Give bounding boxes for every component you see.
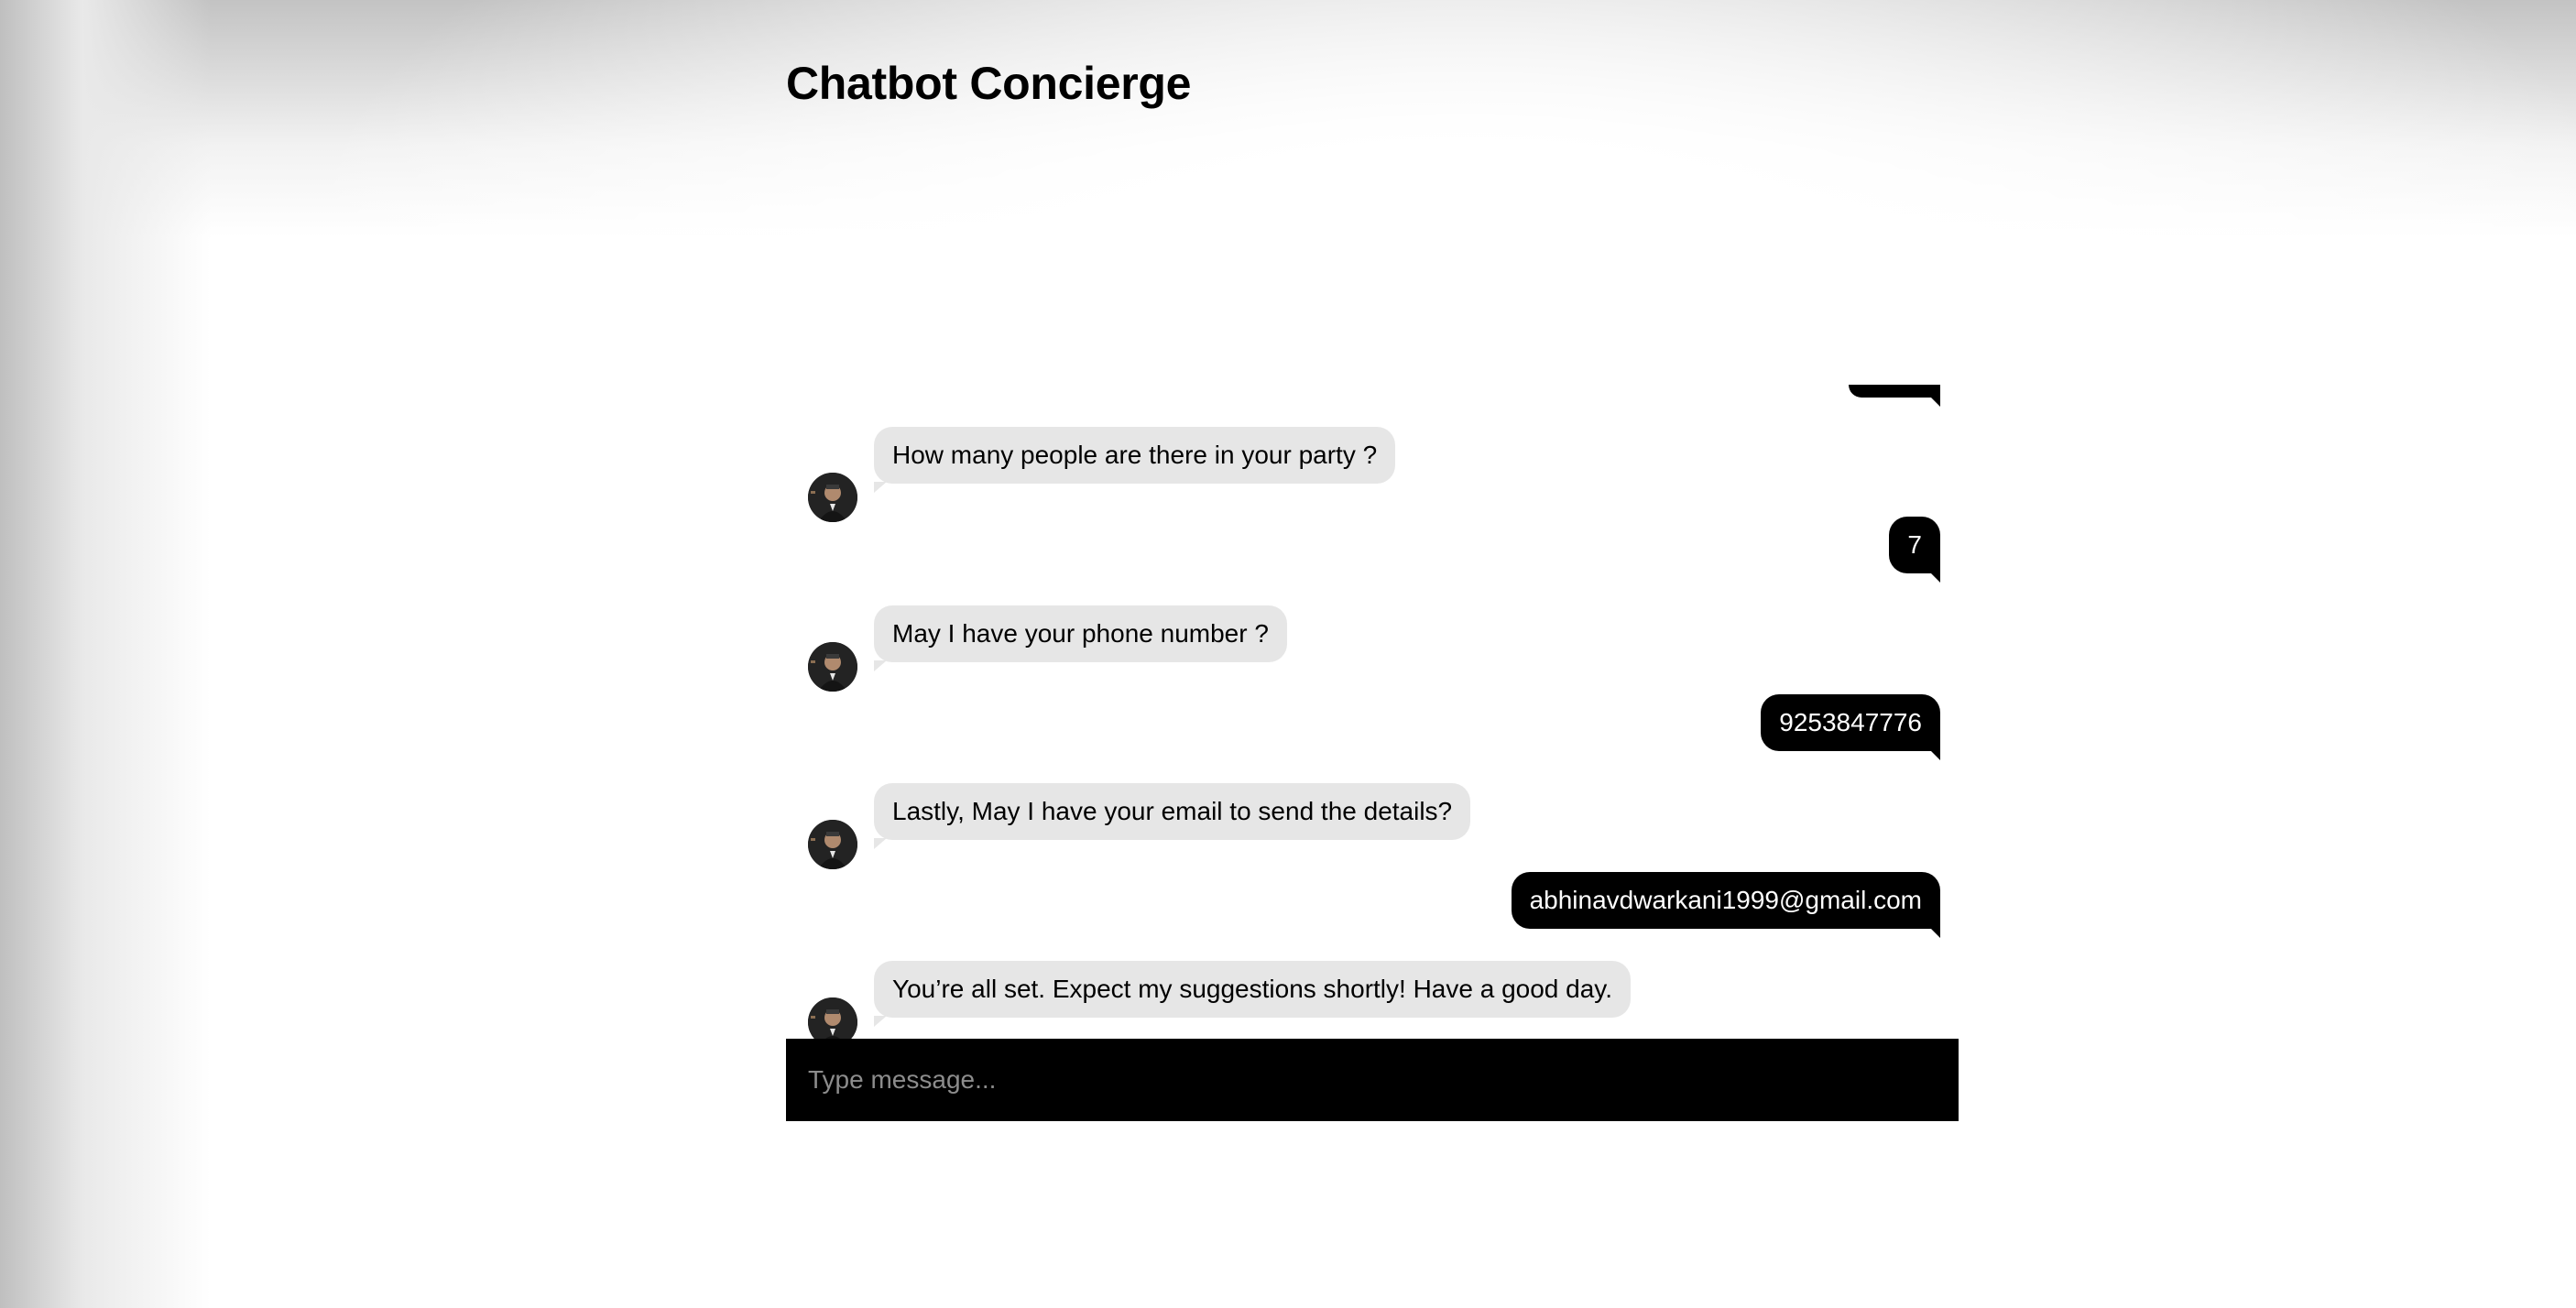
bot-bubble: You’re all set. Expect my suggestions sh… xyxy=(874,961,1631,1027)
page-title: Chatbot Concierge xyxy=(786,58,1192,109)
bot-bubble: Lastly, May I have your email to send th… xyxy=(874,783,1471,849)
message-input[interactable] xyxy=(786,1039,1959,1121)
bot-avatar-icon xyxy=(808,473,857,522)
user-bubble: 9253847776 xyxy=(1761,694,1940,760)
bot-avatar-icon xyxy=(808,642,857,692)
clipped-user-bubble xyxy=(1849,385,1940,407)
bot-bubble: May I have your phone number ? xyxy=(874,605,1287,671)
user-message: 7 xyxy=(1889,517,1940,583)
message-input-bar[interactable] xyxy=(786,1039,1959,1121)
bot-avatar-icon xyxy=(808,820,857,869)
user-bubble: 7 xyxy=(1889,517,1940,583)
bot-avatar-icon xyxy=(808,997,857,1039)
user-message: abhinavdwarkani1999@gmail.com xyxy=(1511,872,1941,938)
bot-bubble: How many people are there in your party … xyxy=(874,427,1396,493)
chat-window[interactable]: How many people are there in your party … xyxy=(786,385,1959,1039)
user-bubble: abhinavdwarkani1999@gmail.com xyxy=(1511,872,1941,938)
user-message: 9253847776 xyxy=(1761,694,1940,760)
left-edge-shadow xyxy=(0,0,211,1308)
